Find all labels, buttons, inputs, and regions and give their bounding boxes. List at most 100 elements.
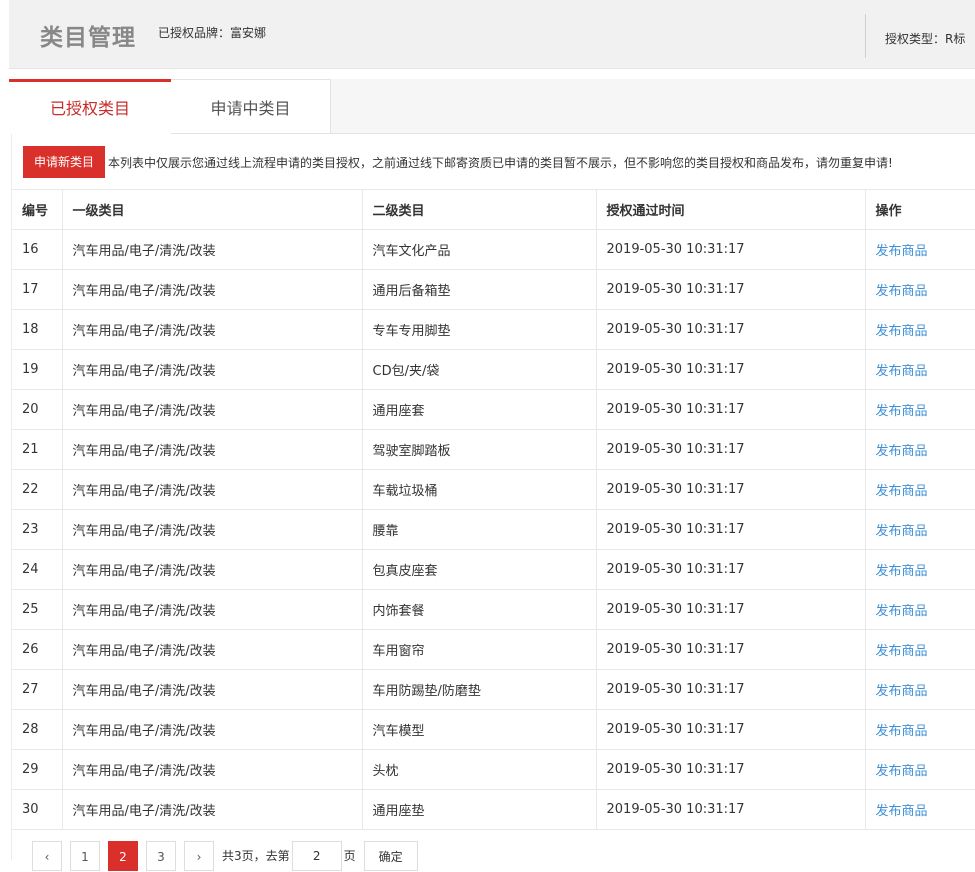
column-header-id: 编号 bbox=[12, 189, 63, 230]
cell-time: 2019-05-30 10:31:17 bbox=[596, 269, 866, 310]
page-button-1[interactable]: 1 bbox=[70, 841, 100, 871]
cell-level1: 汽车用品/电子/清洗/改装 bbox=[62, 509, 363, 550]
total-pages-text: 共3页，去第 bbox=[222, 849, 290, 863]
publish-product-link[interactable]: 发布商品 bbox=[876, 684, 928, 699]
authorization-type: 授权类型：R标 bbox=[885, 32, 966, 46]
authorized-brand: 已授权品牌：富安娜 bbox=[158, 26, 267, 40]
table-row: 17 汽车用品/电子/清洗/改装 通用后备箱垫 2019-05-30 10:31… bbox=[12, 269, 975, 310]
header-divider bbox=[865, 14, 866, 58]
cell-action: 发布商品 bbox=[865, 509, 975, 550]
cell-time: 2019-05-30 10:31:17 bbox=[596, 349, 866, 390]
cell-level1: 汽车用品/电子/清洗/改装 bbox=[62, 429, 363, 470]
column-header-level1: 一级类目 bbox=[62, 189, 363, 230]
cell-time: 2019-05-30 10:31:17 bbox=[596, 709, 866, 750]
page-suffix-text: 页 bbox=[343, 849, 356, 863]
cell-id: 25 bbox=[12, 589, 63, 630]
cell-level1: 汽车用品/电子/清洗/改装 bbox=[62, 389, 363, 430]
confirm-goto-button[interactable]: 确定 bbox=[363, 841, 418, 871]
prev-page-button[interactable]: ‹ bbox=[32, 841, 62, 871]
publish-product-link[interactable]: 发布商品 bbox=[876, 804, 928, 819]
column-header-action: 操作 bbox=[865, 189, 975, 230]
page-header: 类目管理 已授权品牌：富安娜 授权类型：R标 bbox=[9, 0, 975, 69]
cell-level1: 汽车用品/电子/清洗/改装 bbox=[62, 669, 363, 710]
pagination: ‹ 123 › 共3页，去第 页确定 bbox=[32, 841, 418, 871]
cell-level2: 汽车文化产品 bbox=[362, 229, 597, 270]
cell-time: 2019-05-30 10:31:17 bbox=[596, 629, 866, 670]
cell-id: 24 bbox=[12, 549, 63, 590]
publish-product-link[interactable]: 发布商品 bbox=[876, 284, 928, 299]
apply-new-category-button[interactable]: 申请新类目 bbox=[23, 146, 105, 178]
cell-level1: 汽车用品/电子/清洗/改装 bbox=[62, 229, 363, 270]
cell-time: 2019-05-30 10:31:17 bbox=[596, 229, 866, 270]
publish-product-link[interactable]: 发布商品 bbox=[876, 564, 928, 579]
chevron-left-icon: ‹ bbox=[44, 850, 50, 864]
publish-product-link[interactable]: 发布商品 bbox=[876, 324, 928, 339]
publish-product-link[interactable]: 发布商品 bbox=[876, 244, 928, 259]
cell-time: 2019-05-30 10:31:17 bbox=[596, 589, 866, 630]
cell-level1: 汽车用品/电子/清洗/改装 bbox=[62, 309, 363, 350]
publish-product-link[interactable]: 发布商品 bbox=[876, 604, 928, 619]
cell-level2: 车用防踢垫/防磨垫 bbox=[362, 669, 597, 710]
table-row: 28 汽车用品/电子/清洗/改装 汽车模型 2019-05-30 10:31:1… bbox=[12, 709, 975, 750]
tab-authorized-categories[interactable]: 已授权类目 bbox=[9, 79, 171, 134]
cell-time: 2019-05-30 10:31:17 bbox=[596, 549, 866, 590]
cell-time: 2019-05-30 10:31:17 bbox=[596, 749, 866, 790]
cell-level1: 汽车用品/电子/清洗/改装 bbox=[62, 789, 363, 830]
publish-product-link[interactable]: 发布商品 bbox=[876, 644, 928, 659]
cell-id: 29 bbox=[12, 749, 63, 790]
cell-action: 发布商品 bbox=[865, 589, 975, 630]
publish-product-link[interactable]: 发布商品 bbox=[876, 364, 928, 379]
cell-level1: 汽车用品/电子/清洗/改装 bbox=[62, 589, 363, 630]
table-row: 24 汽车用品/电子/清洗/改装 包真皮座套 2019-05-30 10:31:… bbox=[12, 549, 975, 590]
cell-level1: 汽车用品/电子/清洗/改装 bbox=[62, 749, 363, 790]
table-row: 23 汽车用品/电子/清洗/改装 腰靠 2019-05-30 10:31:17 … bbox=[12, 509, 975, 550]
notice-text: 本列表中仅展示您通过线上流程申请的类目授权，之前通过线下邮寄资质已申请的类目暂不… bbox=[108, 155, 893, 170]
toolbar: 申请新类目 本列表中仅展示您通过线上流程申请的类目授权，之前通过线下邮寄资质已申请… bbox=[23, 146, 893, 178]
cell-action: 发布商品 bbox=[865, 469, 975, 510]
cell-id: 17 bbox=[12, 269, 63, 310]
cell-action: 发布商品 bbox=[865, 709, 975, 750]
goto-page-input[interactable] bbox=[291, 841, 342, 871]
next-page-button[interactable]: › bbox=[184, 841, 214, 871]
category-table: 编号 一级类目 二级类目 授权通过时间 操作 16 汽车用品/电子/清洗/改装 … bbox=[12, 189, 975, 830]
publish-product-link[interactable]: 发布商品 bbox=[876, 724, 928, 739]
publish-product-link[interactable]: 发布商品 bbox=[876, 404, 928, 419]
publish-product-link[interactable]: 发布商品 bbox=[876, 444, 928, 459]
cell-id: 22 bbox=[12, 469, 63, 510]
page-button-3[interactable]: 3 bbox=[146, 841, 176, 871]
cell-action: 发布商品 bbox=[865, 669, 975, 710]
category-panel: 申请新类目 本列表中仅展示您通过线上流程申请的类目授权，之前通过线下邮寄资质已申请… bbox=[11, 134, 975, 871]
cell-level2: 包真皮座套 bbox=[362, 549, 597, 590]
cell-id: 26 bbox=[12, 629, 63, 670]
cell-time: 2019-05-30 10:31:17 bbox=[596, 669, 866, 710]
category-tabs: 已授权类目 申请中类目 bbox=[9, 79, 975, 134]
cell-level2: 腰靠 bbox=[362, 509, 597, 550]
cell-time: 2019-05-30 10:31:17 bbox=[596, 469, 866, 510]
cell-time: 2019-05-30 10:31:17 bbox=[596, 789, 866, 830]
tab-pending-categories[interactable]: 申请中类目 bbox=[171, 79, 331, 133]
cell-level1: 汽车用品/电子/清洗/改装 bbox=[62, 549, 363, 590]
table-row: 30 汽车用品/电子/清洗/改装 通用座垫 2019-05-30 10:31:1… bbox=[12, 789, 975, 830]
cell-level1: 汽车用品/电子/清洗/改装 bbox=[62, 349, 363, 390]
cell-level2: CD包/夹/袋 bbox=[362, 349, 597, 390]
cell-level2: 驾驶室脚踏板 bbox=[362, 429, 597, 470]
table-row: 19 汽车用品/电子/清洗/改装 CD包/夹/袋 2019-05-30 10:3… bbox=[12, 349, 975, 390]
cell-time: 2019-05-30 10:31:17 bbox=[596, 509, 866, 550]
page-button-2-current[interactable]: 2 bbox=[108, 841, 138, 871]
cell-action: 发布商品 bbox=[865, 349, 975, 390]
publish-product-link[interactable]: 发布商品 bbox=[876, 484, 928, 499]
cell-level2: 汽车模型 bbox=[362, 709, 597, 750]
publish-product-link[interactable]: 发布商品 bbox=[876, 524, 928, 539]
table-header-row: 编号 一级类目 二级类目 授权通过时间 操作 bbox=[12, 189, 975, 230]
cell-id: 18 bbox=[12, 309, 63, 350]
cell-action: 发布商品 bbox=[865, 389, 975, 430]
publish-product-link[interactable]: 发布商品 bbox=[876, 764, 928, 779]
column-header-level2: 二级类目 bbox=[362, 189, 597, 230]
left-margin bbox=[0, 0, 9, 860]
table-row: 21 汽车用品/电子/清洗/改装 驾驶室脚踏板 2019-05-30 10:31… bbox=[12, 429, 975, 470]
cell-action: 发布商品 bbox=[865, 429, 975, 470]
cell-time: 2019-05-30 10:31:17 bbox=[596, 389, 866, 430]
cell-action: 发布商品 bbox=[865, 749, 975, 790]
cell-level2: 通用后备箱垫 bbox=[362, 269, 597, 310]
cell-level2: 通用座垫 bbox=[362, 789, 597, 830]
